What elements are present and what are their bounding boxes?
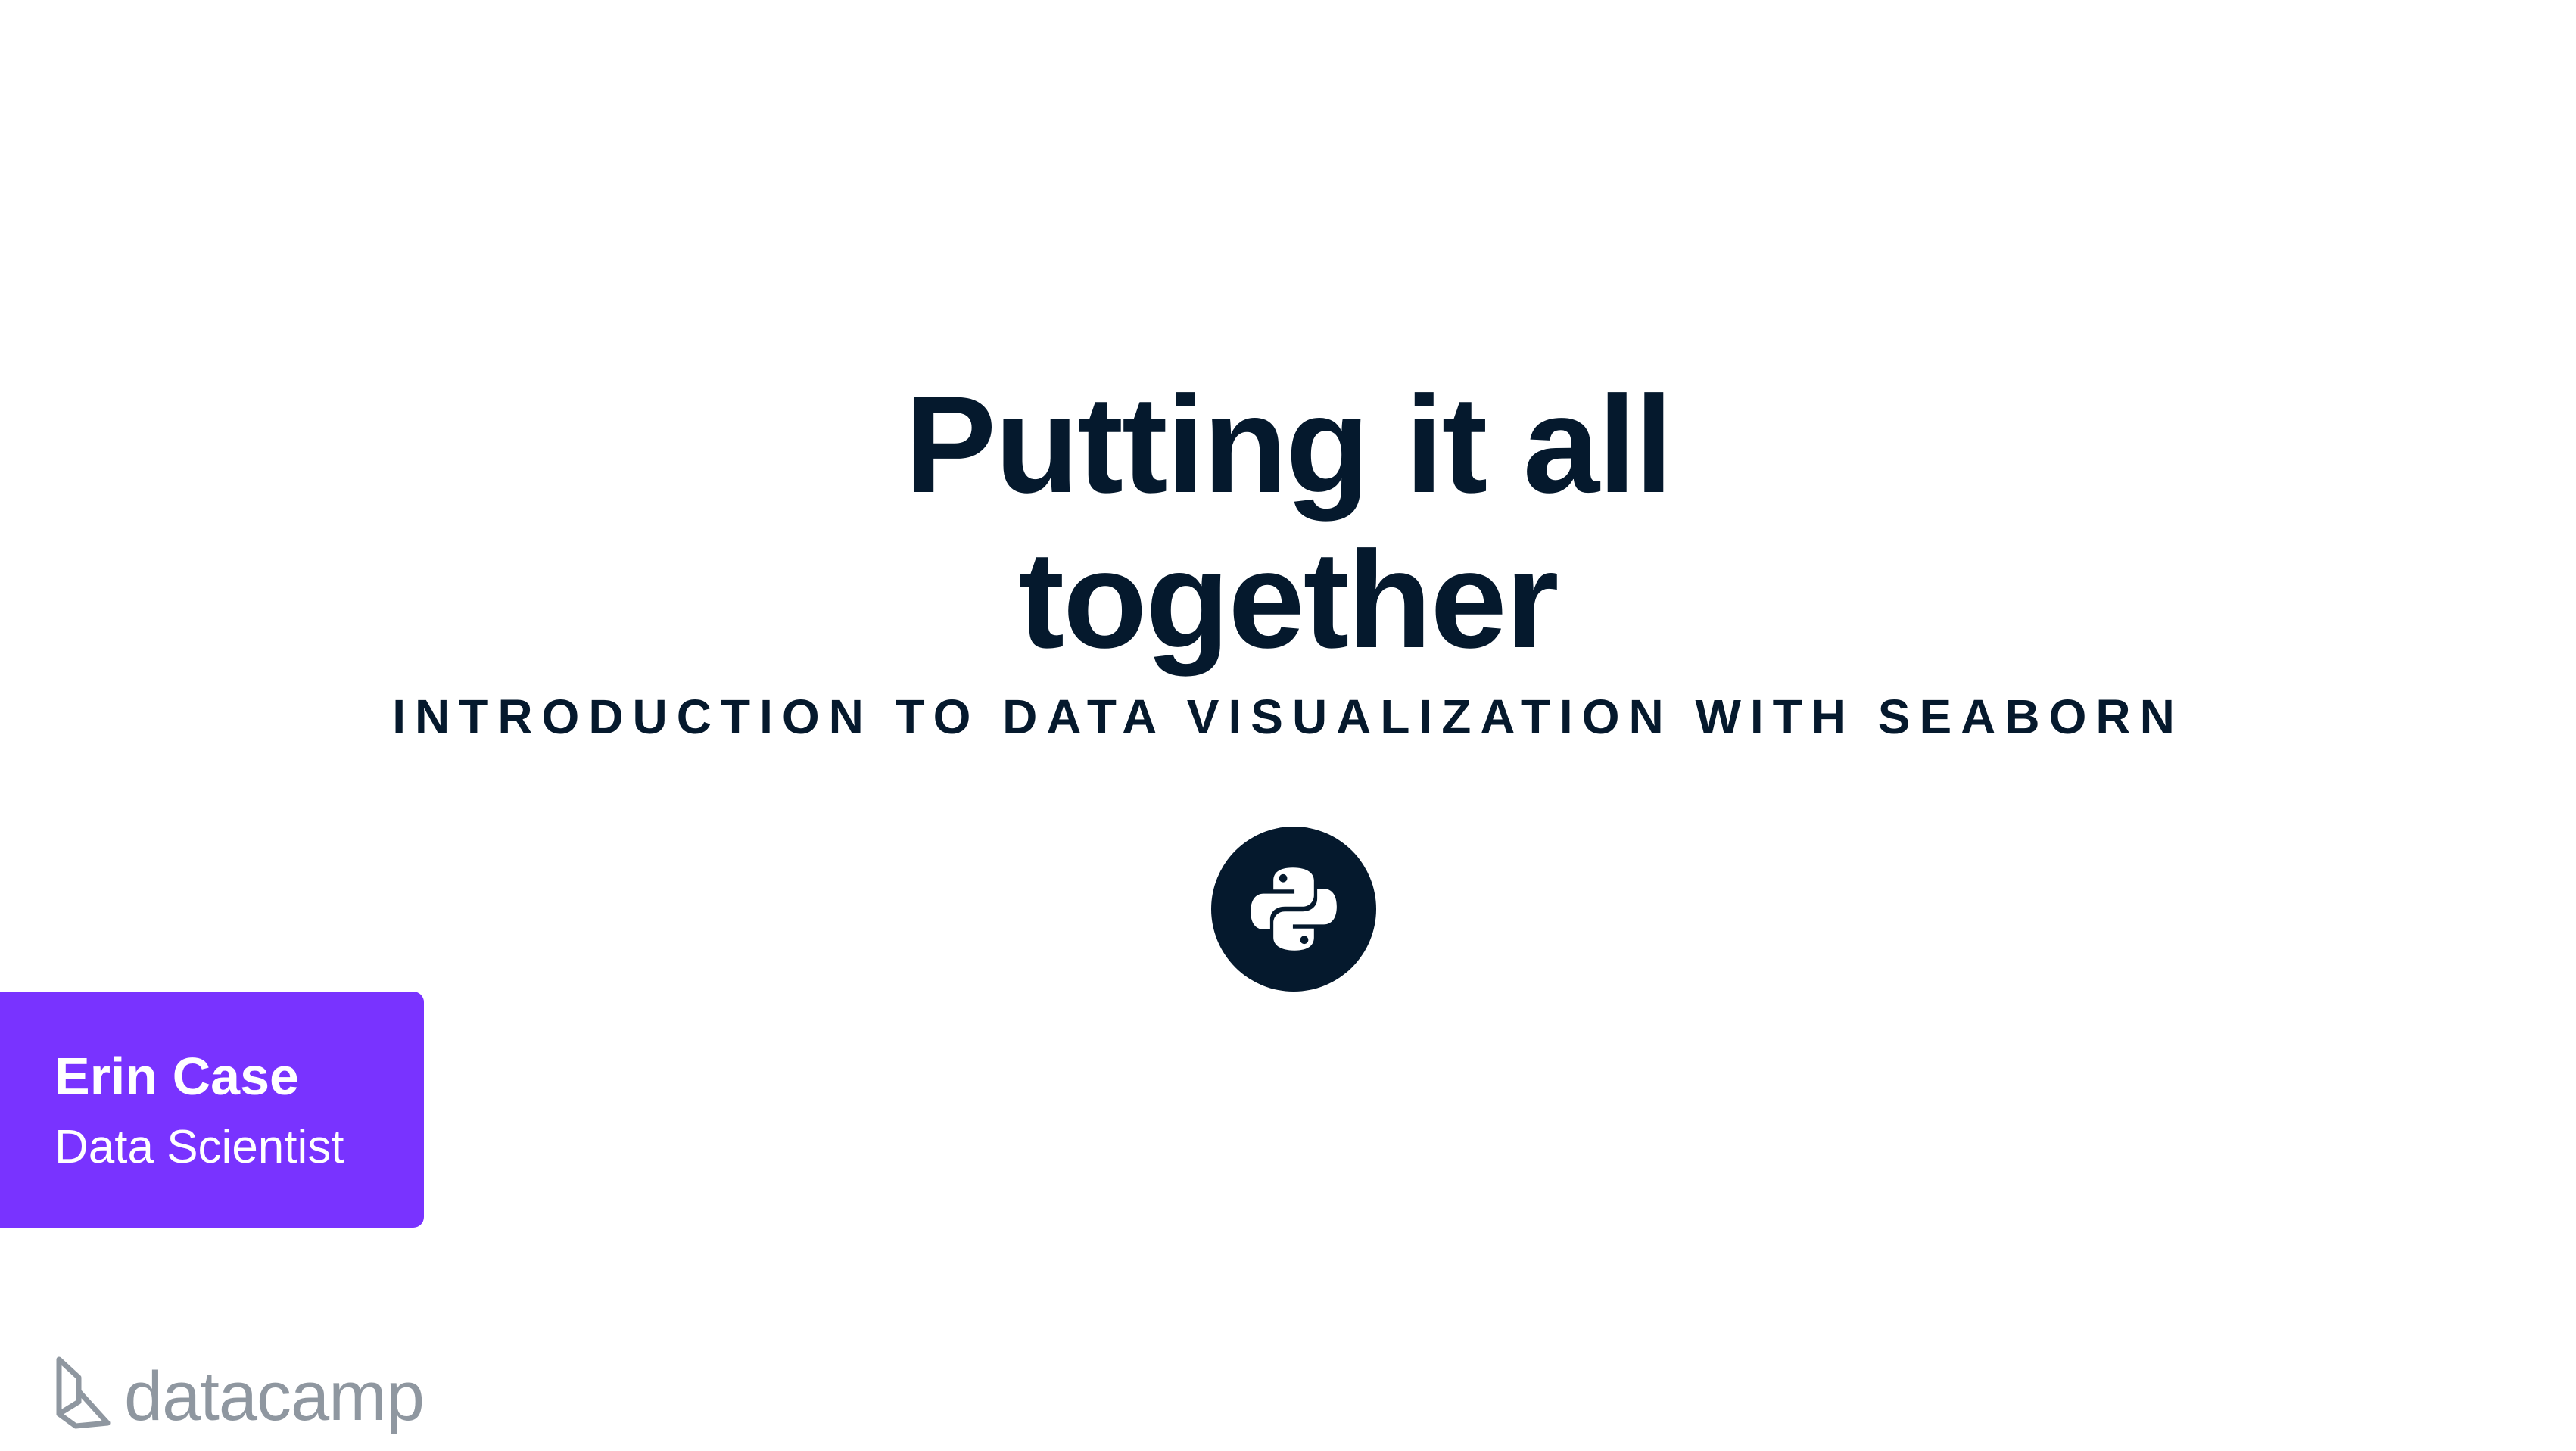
- slide-title-line-2: together: [1018, 522, 1559, 677]
- datacamp-wordmark: datacamp: [124, 1358, 425, 1435]
- author-role: Data Scientist: [55, 1121, 344, 1173]
- slide-title-line-1: Putting it all: [904, 367, 1673, 522]
- author-card: Erin Case Data Scientist: [0, 992, 424, 1228]
- datacamp-logo-icon: [56, 1356, 111, 1429]
- python-logo-icon: [1251, 867, 1337, 951]
- slide-title: Putting it all together: [0, 367, 2576, 677]
- course-title: INTRODUCTION TO DATA VISUALIZATION WITH …: [392, 690, 2184, 744]
- python-badge: [1211, 827, 1376, 992]
- author-name: Erin Case: [55, 1047, 299, 1106]
